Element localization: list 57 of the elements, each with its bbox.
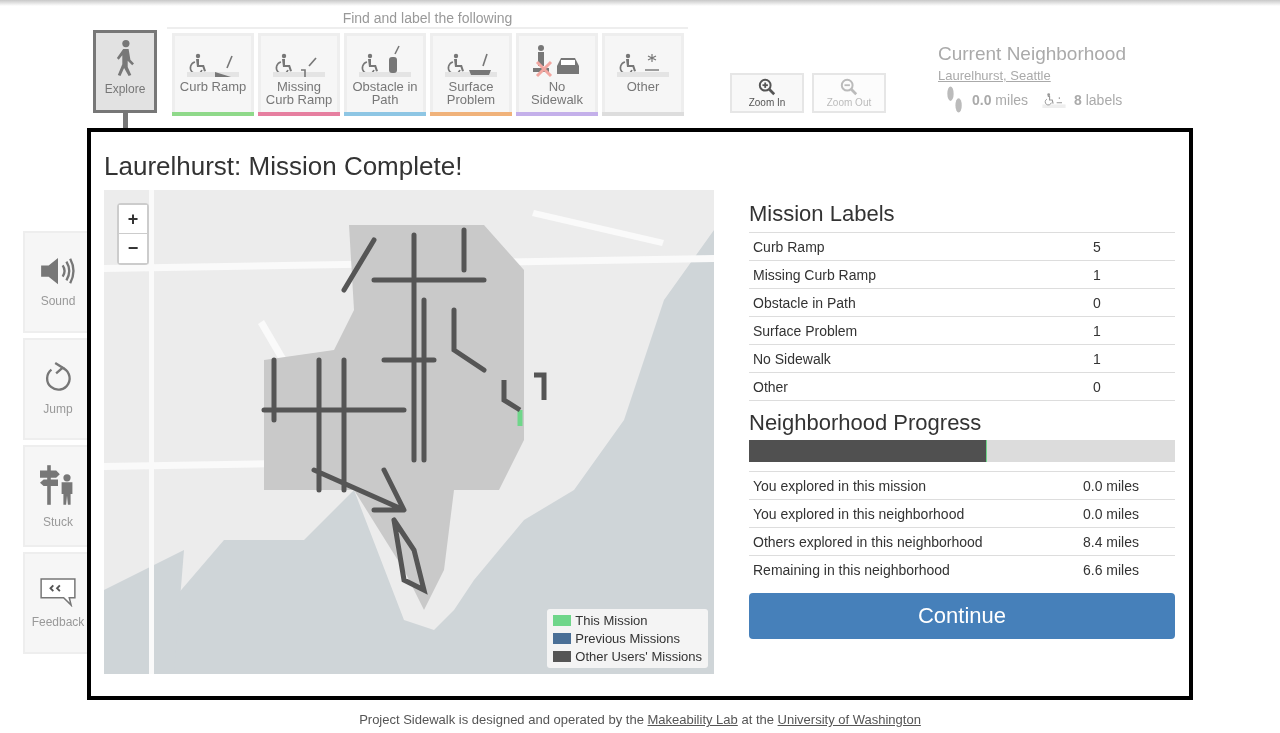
map-zoom-in-button[interactable]: +: [119, 205, 147, 234]
zoom-in-button[interactable]: Zoom In: [730, 73, 804, 113]
table-cell-text: Others explored in this neighborhood: [753, 533, 984, 550]
legend-label: This Mission: [575, 613, 648, 628]
table-cell-text: No Sidewalk: [753, 350, 832, 367]
label-type-button[interactable]: Obstacle in Path: [344, 33, 426, 116]
footprints-icon: [946, 85, 964, 115]
table-cell-text: Other: [753, 378, 789, 395]
table-cell: 0: [1093, 378, 1101, 395]
neighborhood-title: Current Neighborhood: [938, 43, 1126, 65]
table-cell: 1: [1093, 266, 1101, 283]
table-cell: 0: [1093, 294, 1101, 311]
table-cell-text: Remaining in this neighborhood: [753, 561, 951, 578]
labels-count-text: 8 labels: [1074, 92, 1123, 108]
zoom-in-icon: [758, 78, 776, 96]
label-type-button[interactable]: Curb Ramp: [172, 33, 254, 116]
table-cell: 0.0 miles: [1083, 505, 1140, 522]
footer-text: Project Sidewalk is designed and operated by the Makeability Lab at the University of Washington: [358, 712, 922, 727]
table-cell: 8.4 miles: [1083, 533, 1140, 550]
label-type-button[interactable]: Surface Problem: [430, 33, 512, 116]
table-cell: 1: [1093, 350, 1101, 367]
label-type-button[interactable]: Missing Curb Ramp: [258, 33, 340, 116]
table-cell-text: Missing Curb Ramp: [753, 266, 877, 283]
table-cell-text: Obstacle in Path: [753, 294, 857, 311]
feedback-button[interactable]: Feedback: [23, 552, 89, 654]
section-heading: Mission Labels: [749, 200, 896, 228]
legend-label: Other Users' Missions: [575, 649, 702, 664]
wheelchair-icon: [1042, 92, 1067, 108]
label-type-button[interactable]: Other: [602, 33, 684, 116]
neighborhood-link[interactable]: Laurelhurst, Seattle: [938, 68, 1051, 83]
speech-bubble-icon: [39, 577, 77, 607]
table-cell-text: Curb Ramp: [753, 238, 826, 255]
table-cell: 0.0 miles: [1083, 477, 1140, 494]
toolbar-heading: Find and label the following: [167, 10, 688, 29]
continue-button[interactable]: Continue: [749, 593, 1175, 639]
table-cell-text: You explored in this mission: [753, 477, 928, 494]
stuck-button[interactable]: Stuck: [23, 445, 89, 547]
walking-person-icon: [114, 40, 136, 76]
table-cell-text: You explored in this neighborhood: [753, 505, 966, 522]
table-cell-text: Surface Problem: [753, 322, 859, 339]
pointer-post: [122, 113, 128, 128]
explore-button[interactable]: Explore: [93, 30, 157, 113]
section-heading: Neighborhood Progress: [749, 409, 983, 437]
legend-label: Previous Missions: [575, 631, 681, 646]
footer-link[interactable]: Makeability Lab: [647, 712, 738, 727]
table-cell: 5: [1093, 238, 1101, 255]
table-cell: 6.6 miles: [1083, 561, 1140, 578]
label-type-button[interactable]: No Sidewalk: [516, 33, 598, 116]
distance-text: 0.0 miles: [972, 92, 1029, 108]
circular-arrow-icon: [43, 362, 73, 394]
speaker-icon: [39, 256, 77, 286]
sound-button[interactable]: Sound: [23, 231, 89, 333]
footer-link[interactable]: University of Washington: [777, 712, 921, 727]
dialog-title: Laurelhurst: Mission Complete!: [104, 150, 464, 182]
table-cell: 1: [1093, 322, 1101, 339]
zoom-out-icon: [840, 78, 858, 96]
jump-button[interactable]: Jump: [23, 338, 89, 440]
